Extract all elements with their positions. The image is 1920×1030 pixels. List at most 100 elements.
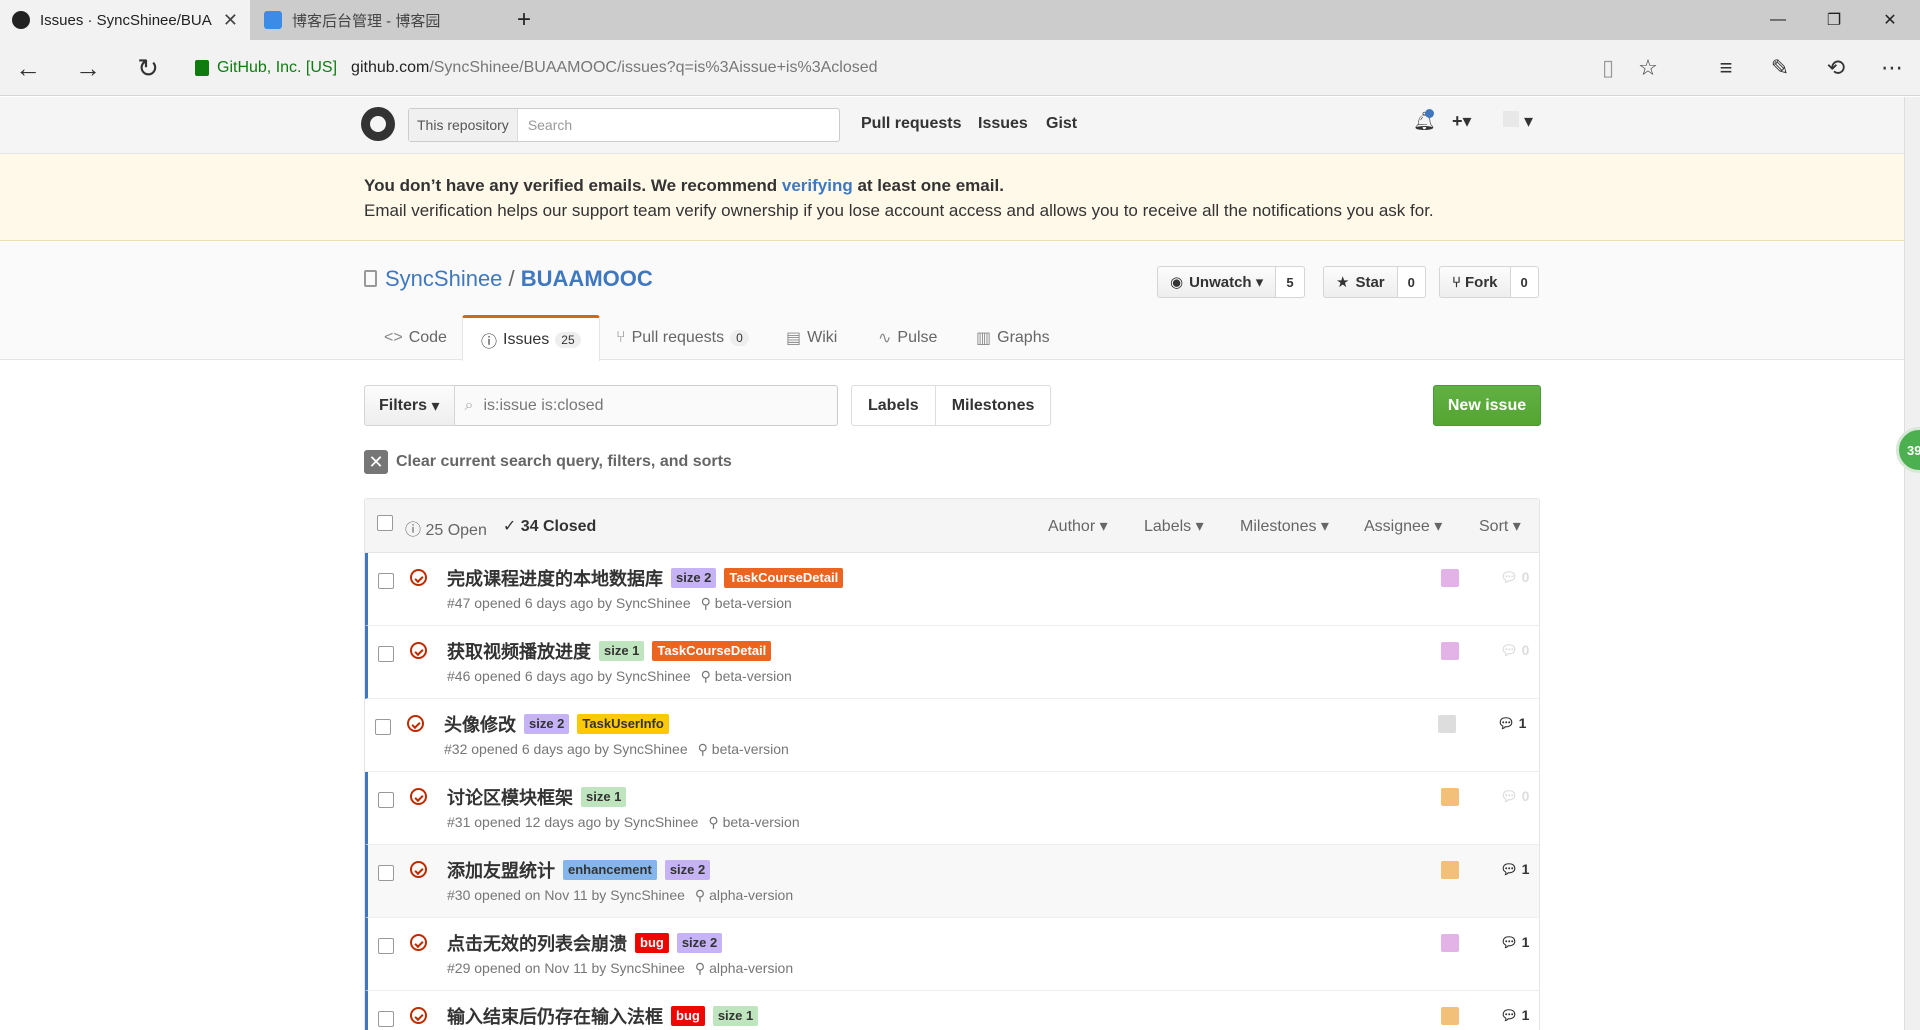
assignee-avatar[interactable]: [1441, 934, 1459, 952]
issue-row[interactable]: 讨论区模块框架 size 1 #31 opened 12 days ago by S…: [365, 772, 1539, 845]
issue-row[interactable]: 头像修改 size 2 TaskUserInfo #32 opened 6 days …: [365, 699, 1539, 772]
stargazers-count[interactable]: 0: [1397, 266, 1426, 298]
floating-counter-badge[interactable]: 39: [1896, 427, 1920, 473]
open-issues-link[interactable]: ⓘ 25 Open: [405, 516, 487, 540]
milestone-link[interactable]: ⚲ beta-version: [701, 595, 792, 611]
back-arrow-icon[interactable]: ←: [8, 50, 48, 86]
tab-graphs[interactable]: ▥ Graphs: [958, 316, 1068, 360]
filters-dropdown-button[interactable]: Filters ▾: [364, 385, 455, 426]
address-bar[interactable]: GitHub, Inc. [US] github.com/SyncShinee/…: [195, 50, 878, 86]
assignee-avatar[interactable]: [1441, 1007, 1459, 1025]
comments-link[interactable]: 💬︎ 0: [1500, 788, 1529, 805]
nav-issues[interactable]: Issues: [978, 115, 1028, 133]
issue-row[interactable]: 点击无效的列表会崩溃 bug size 2 #29 opened on Nov 11 …: [365, 918, 1539, 991]
issue-row[interactable]: 完成课程进度的本地数据库 size 2 TaskCourseDetail #47 op…: [365, 553, 1539, 626]
forward-arrow-icon[interactable]: →: [68, 50, 108, 86]
assignee-avatar[interactable]: [1441, 788, 1459, 806]
refresh-icon[interactable]: ↻: [128, 50, 168, 86]
assignee-avatar[interactable]: [1441, 861, 1459, 879]
author-filter[interactable]: Author ▾: [1048, 516, 1108, 536]
issue-label[interactable]: size 2: [524, 714, 570, 734]
issues-search-input[interactable]: ⌕ is:issue is:closed: [454, 385, 838, 426]
milestone-link[interactable]: ⚲ beta-version: [708, 814, 799, 830]
hub-icon[interactable]: ≡: [1704, 50, 1748, 86]
issue-label[interactable]: TaskUserInfo: [577, 714, 669, 734]
browser-tab-cnblogs[interactable]: 博客后台管理 - 博客园: [252, 0, 500, 40]
nav-pull-requests[interactable]: Pull requests: [861, 115, 961, 133]
tab-wiki[interactable]: ▤ Wiki: [768, 316, 855, 360]
issue-label[interactable]: size 2: [676, 933, 723, 953]
issue-label[interactable]: TaskCourseDetail: [652, 641, 772, 661]
close-window-icon[interactable]: ✕: [1862, 0, 1918, 40]
milestone-link[interactable]: ⚲ alpha-version: [695, 887, 793, 903]
fork-button[interactable]: ⑂ Fork: [1439, 266, 1511, 298]
issue-row[interactable]: 添加友盟统计 enhancement size 2 #30 opened on Nov…: [365, 845, 1539, 918]
create-new-plus-icon[interactable]: +▾: [1452, 111, 1472, 132]
assignee-avatar[interactable]: [1441, 642, 1459, 660]
comments-link[interactable]: 💬︎ 1: [1500, 861, 1529, 878]
new-issue-button[interactable]: New issue: [1433, 385, 1541, 426]
milestones-filter[interactable]: Milestones ▾: [1240, 516, 1329, 536]
milestone-link[interactable]: ⚲ beta-version: [698, 741, 789, 757]
labels-button[interactable]: Labels: [851, 385, 936, 426]
repo-name-link[interactable]: BUAAMOOC: [521, 266, 653, 291]
issue-label[interactable]: bug: [671, 1006, 705, 1026]
github-logo-icon[interactable]: [361, 107, 395, 141]
select-all-checkbox[interactable]: [377, 515, 393, 531]
assignee-avatar[interactable]: [1441, 569, 1459, 587]
issue-label[interactable]: TaskCourseDetail: [724, 568, 844, 588]
restore-icon[interactable]: ❐: [1806, 0, 1862, 40]
repo-owner-link[interactable]: SyncShinee: [385, 266, 502, 291]
issue-row[interactable]: 获取视频播放进度 size 1 TaskCourseDetail #46 opened…: [365, 626, 1539, 699]
issue-checkbox[interactable]: [378, 938, 394, 954]
issue-checkbox[interactable]: [378, 1011, 394, 1027]
close-tab-icon[interactable]: ✕: [223, 10, 238, 31]
milestone-link[interactable]: ⚲ alpha-version: [695, 960, 793, 976]
issue-title-link[interactable]: 输入结束后仍存在输入法框: [447, 1003, 663, 1029]
star-button[interactable]: ★ Star: [1323, 266, 1398, 298]
reading-view-icon[interactable]: ▯: [1586, 50, 1630, 86]
labels-filter[interactable]: Labels ▾: [1144, 516, 1204, 536]
search-input[interactable]: Search: [518, 117, 572, 133]
comments-link[interactable]: 💬︎ 1: [1500, 1007, 1529, 1024]
issue-label[interactable]: enhancement: [563, 860, 657, 880]
comments-link[interactable]: 💬︎ 0: [1500, 569, 1529, 586]
web-note-icon[interactable]: ✎: [1758, 50, 1802, 86]
issue-checkbox[interactable]: [378, 573, 394, 589]
tab-code[interactable]: <> Code: [366, 316, 465, 360]
comments-link[interactable]: 💬︎ 1: [1497, 715, 1526, 732]
issue-title-link[interactable]: 获取视频播放进度: [447, 638, 591, 664]
issue-label[interactable]: size 1: [712, 1006, 759, 1026]
certificate-label[interactable]: GitHub, Inc. [US]: [217, 59, 337, 77]
more-options-icon[interactable]: ⋯: [1870, 50, 1914, 86]
unwatch-button[interactable]: ◉ Unwatch ▾: [1157, 266, 1277, 298]
closed-issues-link[interactable]: ✓ 34 Closed: [503, 516, 596, 540]
issue-checkbox[interactable]: [378, 865, 394, 881]
tab-pulse[interactable]: ∿ Pulse: [860, 316, 955, 360]
comments-link[interactable]: 💬︎ 0: [1500, 642, 1529, 659]
issue-title-link[interactable]: 添加友盟统计: [447, 857, 555, 883]
issue-checkbox[interactable]: [378, 646, 394, 662]
issue-title-link[interactable]: 完成课程进度的本地数据库: [447, 565, 663, 591]
site-search[interactable]: This repository Search: [408, 108, 840, 142]
milestone-link[interactable]: ⚲ beta-version: [701, 668, 792, 684]
milestones-button[interactable]: Milestones: [935, 385, 1052, 426]
share-icon[interactable]: ⟲: [1814, 50, 1858, 86]
issue-label[interactable]: size 1: [599, 641, 645, 661]
browser-tab-issues[interactable]: Issues · SyncShinee/BUA ✕: [0, 0, 250, 40]
verifying-link[interactable]: verifying: [782, 176, 853, 195]
issue-label[interactable]: size 1: [581, 787, 627, 807]
tab-pull-requests[interactable]: ⑂ Pull requests 0: [598, 316, 767, 360]
issue-title-link[interactable]: 头像修改: [444, 711, 516, 737]
issue-title-link[interactable]: 讨论区模块框架: [447, 784, 573, 810]
issue-checkbox[interactable]: [378, 792, 394, 808]
issue-label[interactable]: size 2: [664, 860, 711, 880]
issue-checkbox[interactable]: [375, 719, 391, 735]
new-tab-button[interactable]: +: [505, 0, 545, 40]
nav-gist[interactable]: Gist: [1046, 115, 1077, 133]
issue-title-link[interactable]: 点击无效的列表会崩溃: [447, 930, 627, 956]
clear-search-link[interactable]: ✕ Clear current search query, filters, an…: [364, 450, 732, 474]
tab-issues[interactable]: ⓘ Issues 25: [462, 315, 600, 361]
issue-label[interactable]: size 2: [671, 568, 717, 588]
forks-count[interactable]: 0: [1510, 266, 1539, 298]
